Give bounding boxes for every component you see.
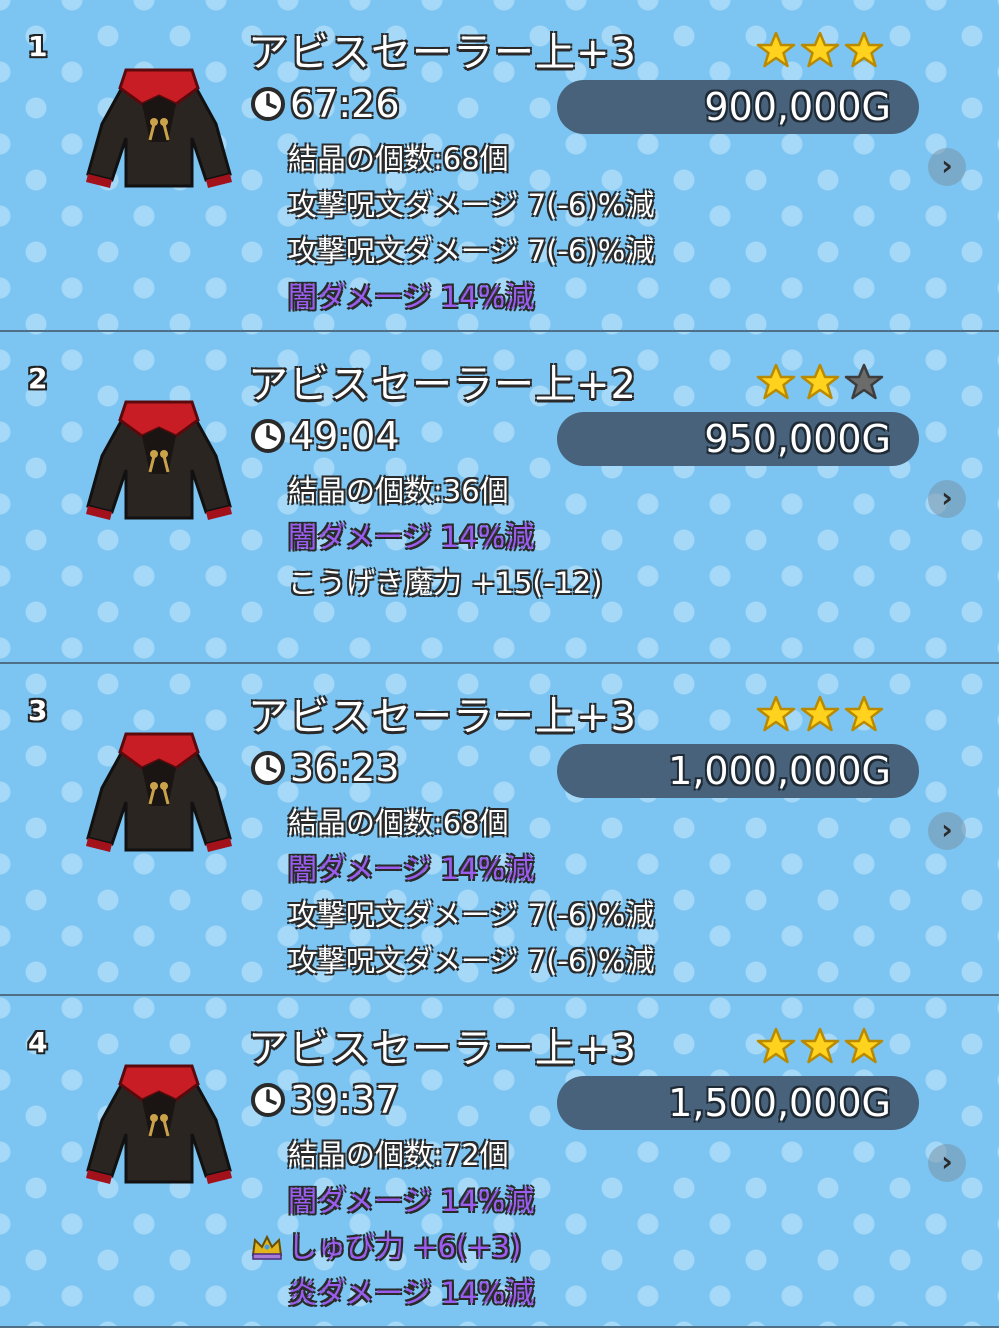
clock-icon bbox=[251, 751, 285, 785]
robe-item-image bbox=[86, 732, 232, 852]
star-filled-icon bbox=[844, 31, 884, 68]
stat-line: 闇ダメージ 14%減 bbox=[288, 520, 535, 554]
stat-line: 攻撃呪文ダメージ 7(-6)%減 bbox=[288, 234, 655, 268]
price-value: 1,000,000G bbox=[557, 744, 919, 798]
time-remaining-value: 49:04 bbox=[290, 414, 400, 458]
market-listing-row[interactable]: 2 アビスセーラー上+2 49:04 950,000G › 結晶の個数:36個 闇ダメージ… bbox=[0, 332, 999, 664]
rarity-stars bbox=[756, 362, 884, 402]
item-stats: 結晶の個数:68個 闇ダメージ 14%減攻撃呪文ダメージ 7(-6)%減 攻撃呪文ダ… bbox=[288, 800, 654, 984]
item-name: アビスセーラー上+3 bbox=[248, 1026, 637, 1072]
star-filled-icon bbox=[844, 1027, 884, 1064]
clock-icon bbox=[251, 419, 285, 453]
stat-line: 闇ダメージ 14%減 bbox=[288, 280, 535, 314]
time-remaining-value: 67:26 bbox=[290, 82, 400, 126]
rarity-stars bbox=[756, 1026, 884, 1066]
star-filled-icon bbox=[800, 695, 840, 732]
chevron-right-icon[interactable]: › bbox=[928, 148, 966, 186]
stat-line: 闇ダメージ 14%減 bbox=[288, 1184, 535, 1218]
time-remaining: 36:23 bbox=[250, 746, 400, 790]
robe-item-image bbox=[86, 68, 232, 188]
market-listing-row[interactable]: 1 アビスセーラー上+3 67:26 900,000G › 結晶の個数:68個攻撃呪文ダ… bbox=[0, 0, 999, 332]
clock-icon bbox=[251, 87, 285, 121]
market-listing-row[interactable]: 3 アビスセーラー上+3 36:23 1,000,000G › 結晶の個数:68個 闇ダメ… bbox=[0, 664, 999, 996]
market-listing-row[interactable]: 4 アビスセーラー上+3 39:37 1,500,000G › 結晶の個数:72個 闇ダメ… bbox=[0, 996, 999, 1328]
star-filled-icon bbox=[800, 31, 840, 68]
item-name: アビスセーラー上+3 bbox=[248, 694, 637, 740]
time-remaining-value: 36:23 bbox=[290, 746, 400, 790]
stat-line: 炎ダメージ 14%減 bbox=[288, 1276, 535, 1310]
stat-line: 結晶の個数:68個 bbox=[288, 142, 509, 176]
time-remaining-value: 39:37 bbox=[290, 1078, 400, 1122]
time-remaining: 49:04 bbox=[250, 414, 400, 458]
stat-line: 結晶の個数:36個 bbox=[288, 474, 509, 508]
stat-line: 攻撃呪文ダメージ 7(-6)%減 bbox=[288, 188, 655, 222]
stat-line: こうげき魔力 +15(-12) bbox=[288, 566, 603, 600]
item-name: アビスセーラー上+3 bbox=[248, 30, 637, 76]
stat-line: 闇ダメージ 14%減 bbox=[288, 852, 535, 886]
stat-line: 攻撃呪文ダメージ 7(-6)%減 bbox=[288, 898, 655, 932]
stat-line: しゅび力 +6(+3) bbox=[250, 1224, 534, 1270]
stat-line: 攻撃呪文ダメージ 7(-6)%減 bbox=[288, 944, 655, 978]
stat-text: しゅび力 +6(+3) bbox=[288, 1230, 522, 1264]
clock-icon bbox=[251, 1083, 285, 1117]
item-stats: 結晶の個数:36個 闇ダメージ 14%減こうげき魔力 +15(-12) bbox=[288, 468, 602, 606]
star-filled-icon bbox=[756, 695, 796, 732]
price-value: 1,500,000G bbox=[557, 1076, 919, 1130]
star-filled-icon bbox=[756, 363, 796, 400]
time-remaining: 39:37 bbox=[250, 1078, 400, 1122]
chevron-right-icon[interactable]: › bbox=[928, 1144, 966, 1182]
star-filled-icon bbox=[800, 363, 840, 400]
star-filled-icon bbox=[844, 695, 884, 732]
star-filled-icon bbox=[756, 31, 796, 68]
rarity-stars bbox=[756, 694, 884, 734]
item-stats: 結晶の個数:72個 闇ダメージ 14%減 しゅび力 +6(+3) 炎ダメージ 14%減 bbox=[251, 1132, 535, 1316]
star-filled-icon bbox=[800, 1027, 840, 1064]
item-name: アビスセーラー上+2 bbox=[248, 362, 637, 408]
crown-icon bbox=[251, 1234, 283, 1260]
listing-rank: 1 bbox=[28, 30, 48, 63]
price-value: 950,000G bbox=[557, 412, 919, 466]
rarity-stars bbox=[756, 30, 884, 70]
star-empty-icon bbox=[844, 363, 884, 400]
stat-line: 結晶の個数:72個 bbox=[288, 1138, 509, 1172]
price-value: 900,000G bbox=[557, 80, 919, 134]
chevron-right-icon[interactable]: › bbox=[928, 812, 966, 850]
time-remaining: 67:26 bbox=[250, 82, 400, 126]
robe-item-image bbox=[86, 400, 232, 520]
listing-rank: 4 bbox=[28, 1026, 48, 1059]
chevron-right-icon[interactable]: › bbox=[928, 480, 966, 518]
star-filled-icon bbox=[756, 1027, 796, 1064]
listing-rank: 3 bbox=[28, 694, 48, 727]
stat-line: 結晶の個数:68個 bbox=[288, 806, 509, 840]
robe-item-image bbox=[86, 1064, 232, 1184]
item-stats: 結晶の個数:68個攻撃呪文ダメージ 7(-6)%減 攻撃呪文ダメージ 7(-6)%… bbox=[288, 136, 654, 320]
listing-rank: 2 bbox=[28, 362, 48, 395]
